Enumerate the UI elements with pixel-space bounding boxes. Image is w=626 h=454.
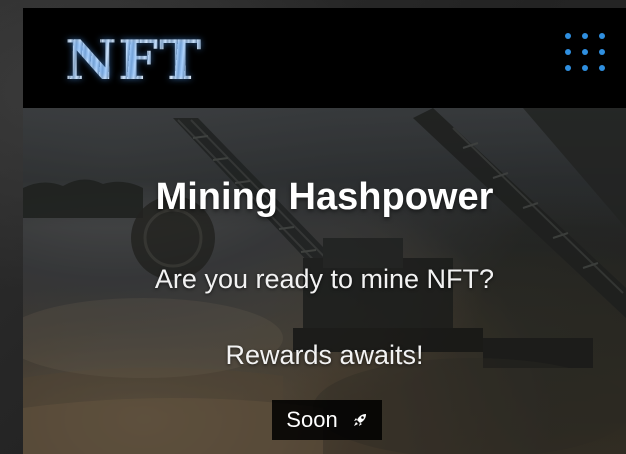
grid-dot-icon [565,65,571,71]
hero-rewards-text: Rewards awaits! [225,340,424,370]
grid-dot-icon [565,33,571,39]
grid-dot-icon [565,49,571,55]
hero-subtitle: Are you ready to mine NFT? [154,264,495,294]
grid-dot-icon [599,33,605,39]
app-frame: NFT Mining Hashpower Are you ready to mi… [23,8,626,454]
hero-section: Mining Hashpower Are you ready to mine N… [23,108,626,454]
hero-title: Mining Hashpower [155,176,494,218]
hero-content: Mining Hashpower Are you ready to mine N… [23,108,626,454]
grid-dot-icon [582,33,588,39]
navbar: NFT [23,8,626,108]
soon-button[interactable]: Soon [272,400,382,440]
soon-button-label: Soon [286,407,338,432]
rocket-icon [353,414,366,426]
grid-dot-icon [582,49,588,55]
menu-grid-button[interactable] [563,30,607,74]
grid-dot-icon [599,65,605,71]
site-logo[interactable]: NFT [65,32,202,88]
grid-dot-icon [599,49,605,55]
grid-dot-icon [582,65,588,71]
